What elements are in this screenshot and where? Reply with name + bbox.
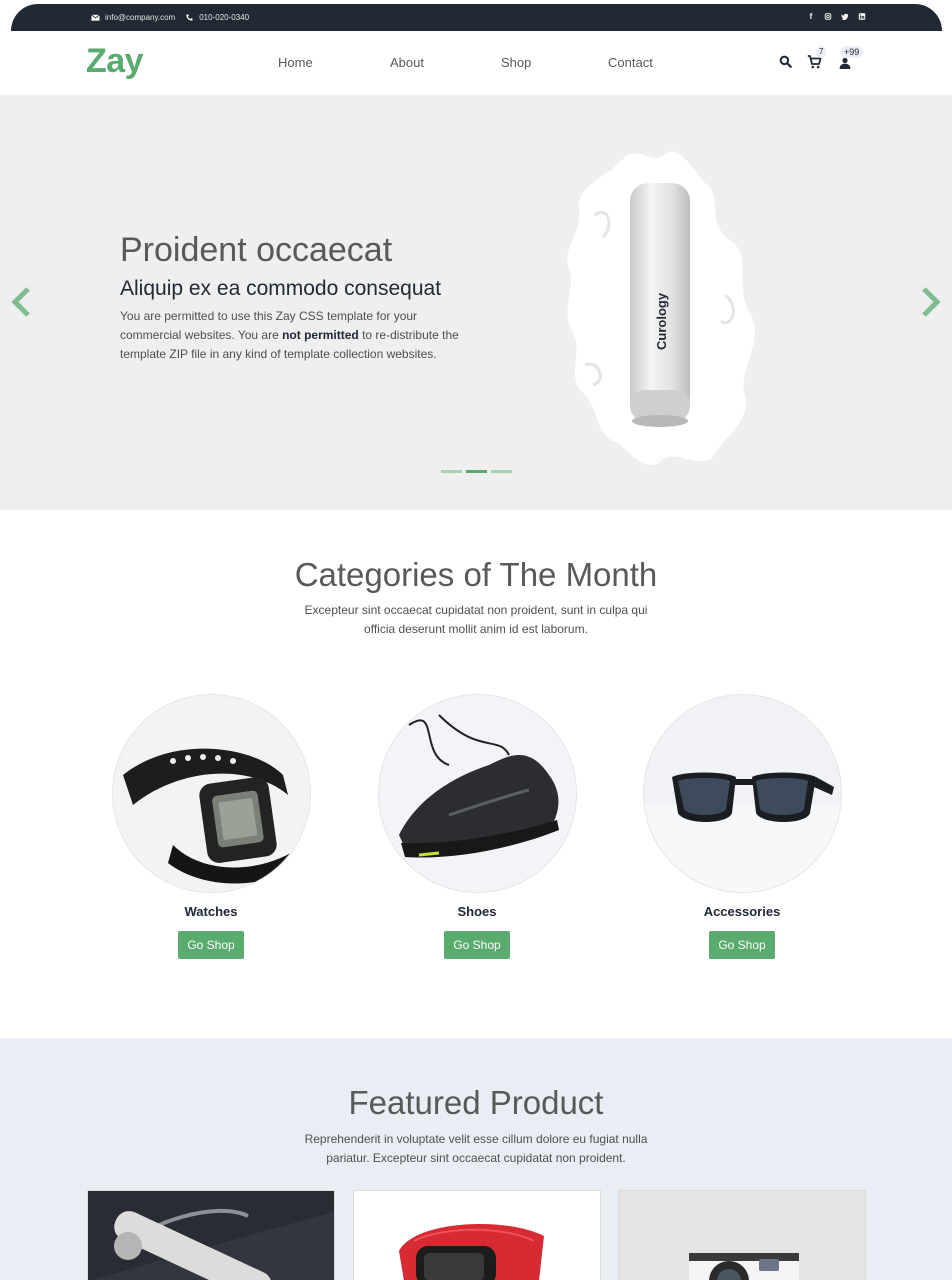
- featured-heading: Featured Product: [348, 1084, 604, 1121]
- social-links: f: [807, 12, 866, 21]
- featured-description: Reprehenderit in voluptate velit esse ci…: [304, 1132, 648, 1165]
- featured-product-card-3[interactable]: [618, 1190, 866, 1280]
- search-icon[interactable]: [779, 55, 792, 68]
- featured-product-card-1[interactable]: [87, 1190, 335, 1280]
- hero-product-image: Curology: [567, 151, 755, 465]
- site-logo[interactable]: Zay: [86, 42, 144, 81]
- categories-description: Excepteur sint occaecat cupidatat non pr…: [304, 603, 648, 636]
- nav-contact[interactable]: Contact: [608, 55, 653, 70]
- go-shop-button[interactable]: Go Shop: [178, 931, 244, 959]
- category-name: Shoes: [457, 904, 497, 919]
- cart-count-badge: 7: [816, 46, 827, 58]
- envelope-icon: [91, 14, 100, 21]
- linkedin-icon[interactable]: [858, 12, 866, 21]
- category-watches: Watches Go Shop: [111, 694, 311, 959]
- categories-heading: Categories of The Month: [294, 556, 658, 593]
- facebook-icon[interactable]: f: [807, 12, 815, 21]
- twitter-icon[interactable]: [841, 12, 849, 21]
- top-info-bar: info@company.com 010-020-0340 f: [11, 4, 942, 31]
- hero-carousel: Proident occaecat Aliquip ex ea commodo …: [0, 95, 952, 510]
- product-image: [88, 1191, 334, 1280]
- carousel-indicator-3[interactable]: [491, 470, 512, 473]
- email-link[interactable]: info@company.com: [105, 13, 175, 22]
- site-header: Zay Home About Shop Contact 7 +99: [0, 31, 952, 95]
- category-accessories-image[interactable]: [642, 694, 842, 893]
- category-accessories: Accessories Go Shop: [642, 694, 842, 959]
- go-shop-button[interactable]: Go Shop: [709, 931, 775, 959]
- carousel-indicator-1[interactable]: [441, 470, 462, 473]
- featured-products-section: Featured Product Reprehenderit in volupt…: [0, 1038, 952, 1280]
- instagram-icon[interactable]: [824, 12, 832, 21]
- product-image: [619, 1191, 865, 1280]
- user-icon[interactable]: [839, 57, 851, 69]
- category-name: Accessories: [703, 904, 781, 919]
- contact-info: info@company.com 010-020-0340: [91, 13, 259, 22]
- category-name: Watches: [184, 904, 238, 919]
- nav-shop[interactable]: Shop: [501, 55, 531, 70]
- product-brand-label: Curology: [654, 292, 669, 350]
- carousel-next-icon[interactable]: [918, 285, 944, 319]
- phone-icon: [186, 14, 193, 21]
- category-shoes: Shoes Go Shop: [377, 694, 577, 959]
- carousel-indicators: [441, 470, 512, 473]
- nav-about[interactable]: About: [390, 55, 424, 70]
- hero-description: You are permitted to use this Zay CSS te…: [120, 307, 480, 364]
- hero-title: Proident occaecat: [120, 231, 393, 269]
- user-count-badge: +99: [840, 46, 864, 58]
- carousel-prev-icon[interactable]: [8, 285, 34, 319]
- hero-text-bold: not permitted: [282, 328, 359, 342]
- product-image: [354, 1191, 600, 1280]
- go-shop-button[interactable]: Go Shop: [444, 931, 510, 959]
- hero-subtitle: Aliquip ex ea commodo consequat: [120, 277, 442, 300]
- carousel-indicator-2[interactable]: [466, 470, 487, 473]
- category-watches-image[interactable]: [111, 694, 311, 893]
- featured-product-card-2[interactable]: [353, 1190, 601, 1280]
- category-shoes-image[interactable]: [377, 694, 577, 893]
- nav-home[interactable]: Home: [278, 55, 313, 70]
- phone-link[interactable]: 010-020-0340: [199, 13, 249, 22]
